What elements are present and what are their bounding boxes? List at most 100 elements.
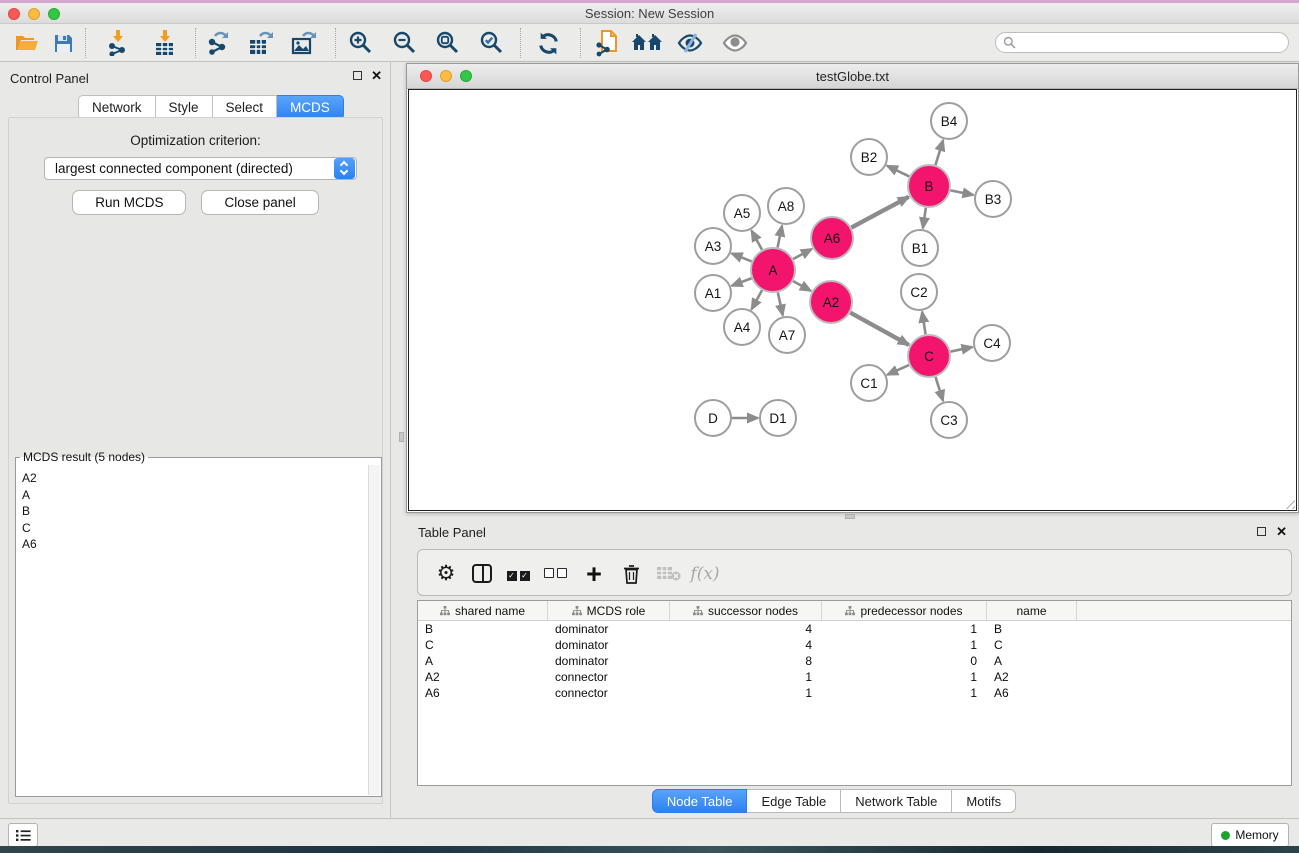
tab-network-table[interactable]: Network Table <box>841 789 952 813</box>
node-B1[interactable]: B1 <box>902 230 938 266</box>
import-table-button[interactable] <box>150 29 180 57</box>
refresh-button[interactable] <box>533 29 563 57</box>
table-cell[interactable]: B <box>418 621 548 637</box>
node-B[interactable]: B <box>908 165 950 207</box>
add-column-button[interactable]: + <box>579 559 609 588</box>
zoom-fit-button[interactable] <box>433 29 463 57</box>
select-all-button[interactable]: ✓✓ <box>503 559 533 588</box>
table-cell[interactable]: connector <box>548 669 670 685</box>
node-C2[interactable]: C2 <box>901 274 937 310</box>
memory-button[interactable]: Memory <box>1211 823 1289 847</box>
table-row[interactable]: A2connector11A2 <box>418 669 1291 685</box>
network-window-titlebar[interactable]: testGlobe.txt <box>407 64 1298 89</box>
edge-A-A5[interactable] <box>752 231 762 250</box>
column-header-shared-name[interactable]: shared name <box>418 601 548 620</box>
export-network-button[interactable] <box>203 29 233 57</box>
edge-C-C4[interactable] <box>951 347 973 352</box>
table-cell[interactable]: 1 <box>822 637 987 653</box>
open-session-button[interactable] <box>12 29 42 57</box>
edge-B-B1[interactable] <box>923 208 926 228</box>
search-box[interactable] <box>995 32 1289 53</box>
column-header-MCDS-role[interactable]: MCDS role <box>548 601 670 620</box>
close-panel-button[interactable]: Close panel <box>201 190 318 215</box>
column-header-predecessor-nodes[interactable]: predecessor nodes <box>822 601 987 620</box>
table-row[interactable]: Adominator80A <box>418 653 1291 669</box>
node-A8[interactable]: A8 <box>768 188 804 224</box>
hide-graphics-button[interactable] <box>675 29 705 57</box>
delete-column-button[interactable] <box>616 559 646 588</box>
edge-B-B2[interactable] <box>887 166 909 177</box>
export-image-button[interactable] <box>289 29 319 57</box>
table-cell[interactable]: 1 <box>822 685 987 701</box>
edge-C-C2[interactable] <box>922 312 926 335</box>
node-B3[interactable]: B3 <box>975 181 1011 217</box>
table-cell[interactable]: A <box>987 653 1077 669</box>
float-panel-icon[interactable] <box>353 71 362 80</box>
table-cell[interactable]: A2 <box>987 669 1077 685</box>
node-D1[interactable]: D1 <box>760 400 796 436</box>
search-input[interactable] <box>1016 34 1288 51</box>
node-A5[interactable]: A5 <box>724 195 760 231</box>
node-C1[interactable]: C1 <box>851 365 887 401</box>
table-cell[interactable]: A <box>418 653 548 669</box>
table-row[interactable]: A6connector11A6 <box>418 685 1291 701</box>
edge-C-C1[interactable] <box>887 365 909 375</box>
table-cell[interactable]: dominator <box>548 653 670 669</box>
edge-A-A6[interactable] <box>793 249 812 259</box>
table-options-button[interactable]: ⚙ <box>431 559 461 588</box>
node-A1[interactable]: A1 <box>695 275 731 311</box>
node-table[interactable]: shared nameMCDS rolesuccessor nodesprede… <box>417 600 1292 786</box>
table-cell[interactable]: A6 <box>418 685 548 701</box>
tab-motifs[interactable]: Motifs <box>952 789 1016 813</box>
table-cell[interactable]: dominator <box>548 637 670 653</box>
column-header-name[interactable]: name <box>987 601 1077 620</box>
new-network-from-file-button[interactable] <box>592 29 622 57</box>
mcds-result-item[interactable]: A6 <box>22 536 368 553</box>
table-cell[interactable]: B <box>987 621 1077 637</box>
mcds-list-scrollbar[interactable] <box>368 465 380 795</box>
deselect-all-button[interactable] <box>540 559 570 588</box>
table-cell[interactable]: C <box>987 637 1077 653</box>
edge-A-A3[interactable] <box>732 253 752 261</box>
save-session-button[interactable] <box>48 29 78 57</box>
node-A6[interactable]: A6 <box>811 217 853 259</box>
import-network-button[interactable] <box>103 29 133 57</box>
mcds-result-list[interactable]: A2ABCA6 <box>17 466 368 795</box>
edge-A-A7[interactable] <box>778 292 783 315</box>
table-cell[interactable]: 4 <box>670 637 822 653</box>
splitter-handle[interactable] <box>845 514 855 519</box>
table-cell[interactable]: 8 <box>670 653 822 669</box>
tab-edge-table[interactable]: Edge Table <box>747 789 841 813</box>
table-cell[interactable]: A6 <box>987 685 1077 701</box>
edge-A-A1[interactable] <box>732 278 752 286</box>
table-cell[interactable]: A2 <box>418 669 548 685</box>
node-B4[interactable]: B4 <box>931 103 967 139</box>
node-A3[interactable]: A3 <box>695 228 731 264</box>
node-A2[interactable]: A2 <box>810 281 852 323</box>
zoom-in-button[interactable] <box>346 29 376 57</box>
column-header-successor-nodes[interactable]: successor nodes <box>670 601 822 620</box>
titlebar[interactable]: Session: New Session <box>0 3 1299 24</box>
table-cell[interactable]: C <box>418 637 548 653</box>
table-cell[interactable]: 1 <box>822 621 987 637</box>
edge-A-A2[interactable] <box>793 281 811 291</box>
home-view-button[interactable] <box>632 29 662 57</box>
export-table-button[interactable] <box>246 29 276 57</box>
node-A[interactable]: A <box>751 248 795 292</box>
close-panel-icon[interactable]: ✕ <box>371 70 382 81</box>
zoom-selected-button[interactable] <box>477 29 507 57</box>
table-cell[interactable]: 0 <box>822 653 987 669</box>
node-B2[interactable]: B2 <box>851 139 887 175</box>
edge-A2-C[interactable] <box>850 313 909 345</box>
node-A4[interactable]: A4 <box>724 309 760 345</box>
mcds-result-item[interactable]: B <box>22 503 368 520</box>
mcds-result-item[interactable]: C <box>22 520 368 537</box>
edge-A-A8[interactable] <box>778 226 782 248</box>
show-graphics-button[interactable] <box>720 29 750 57</box>
table-cell[interactable]: 1 <box>670 669 822 685</box>
node-A7[interactable]: A7 <box>769 317 805 353</box>
mcds-result-item[interactable]: A2 <box>22 470 368 487</box>
run-mcds-button[interactable]: Run MCDS <box>72 190 186 215</box>
edge-C-C3[interactable] <box>936 377 943 401</box>
node-C3[interactable]: C3 <box>931 402 967 438</box>
